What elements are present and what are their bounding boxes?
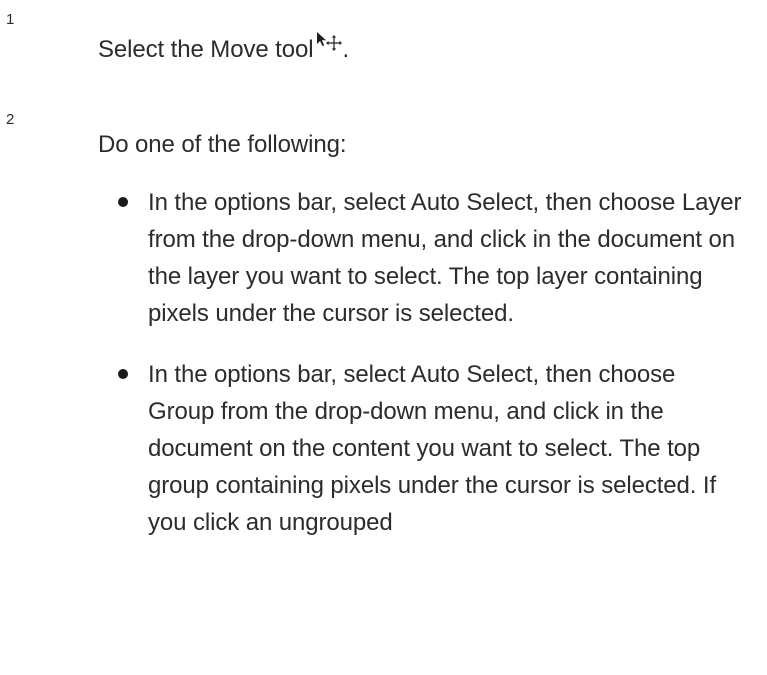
step-instruction: Select the Move tool . xyxy=(98,29,349,65)
option-text: In the options bar, select Auto Select, … xyxy=(148,361,717,536)
option-list-item: In the options bar, select Auto Select, … xyxy=(118,184,758,332)
option-text: In the options bar, select Auto Select, … xyxy=(148,189,742,327)
option-list: In the options bar, select Auto Select, … xyxy=(118,184,758,565)
bullet-icon xyxy=(118,369,128,379)
step-2: 2 Do one of the following: In the option… xyxy=(0,100,767,675)
step-instruction: Do one of the following: xyxy=(98,131,347,158)
move-tool-icon xyxy=(316,29,343,51)
step-number: 2 xyxy=(6,111,15,128)
help-document-page: 1 Select the Move tool . 2 Do one of the… xyxy=(0,0,767,675)
step-instruction-suffix: . xyxy=(342,36,350,63)
step-instruction-text: Select the Move tool xyxy=(98,36,314,63)
bullet-icon xyxy=(118,197,128,207)
step-number: 1 xyxy=(6,11,15,28)
step-1: 1 Select the Move tool . xyxy=(0,0,767,100)
option-list-item: In the options bar, select Auto Select, … xyxy=(118,356,758,541)
